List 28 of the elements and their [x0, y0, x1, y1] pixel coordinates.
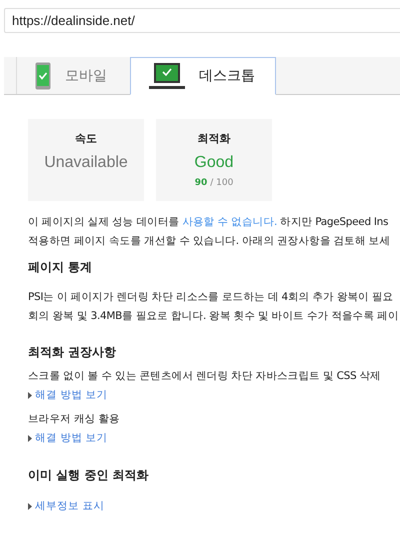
- score-max: / 100: [210, 178, 234, 188]
- expand-link[interactable]: 세부정보 표시: [28, 499, 104, 513]
- stats-text: PSI는 이 페이지가 렌더링 차단 리소스를 로드하는 데 4회의 추가 왕복이 필요: [28, 291, 394, 303]
- score-verdict: Good: [194, 154, 234, 172]
- intro-text: 이 페이지의 실제 성능 데이터를: [28, 216, 180, 228]
- caret-icon: [28, 392, 32, 398]
- card-title: 속도: [75, 131, 97, 146]
- recommendation-title: 스크롤 없이 볼 수 있는 콘텐츠에서 렌더링 차단 자바스크립트 및 CSS 삭제: [28, 369, 381, 383]
- unavailable-link[interactable]: 사용할 수 없습니다.: [182, 216, 278, 228]
- card-title: 최적화: [198, 131, 230, 146]
- caret-icon: [28, 502, 32, 510]
- url-field[interactable]: https://dealinside.net/: [4, 8, 400, 33]
- intro-text: 하지만 PageSpeed Ins: [279, 216, 388, 228]
- device-tab[interactable]: 데스크톱: [130, 57, 276, 95]
- phone-icon: [35, 62, 51, 90]
- score-number: 90: [194, 178, 208, 188]
- laptop-icon: [149, 62, 185, 90]
- intro-text: 적용하면 페이지 속도를 개선할 수 있습니다. 아래의 권장사항을 검토해 보세: [28, 235, 390, 247]
- section-heading: 페이지 통계: [28, 259, 94, 276]
- score-verdict: Unavailable: [44, 154, 128, 172]
- stats-text: 회의 왕복 및 3.4MB를 필요로 합니다. 왕복 횟수 및 바이트 수가 적을수록 페이: [28, 310, 399, 322]
- section-heading: 최적화 권장사항: [28, 344, 118, 361]
- section-heading: 이미 실행 중인 최적화: [28, 467, 150, 484]
- expand-link[interactable]: 해결 방법 보기: [28, 388, 108, 402]
- caret-icon: [28, 434, 32, 442]
- expand-link[interactable]: 해결 방법 보기: [28, 431, 108, 445]
- recommendation-title: 브라우저 캐싱 활용: [28, 412, 120, 426]
- device-tab[interactable]: 모바일: [17, 57, 130, 95]
